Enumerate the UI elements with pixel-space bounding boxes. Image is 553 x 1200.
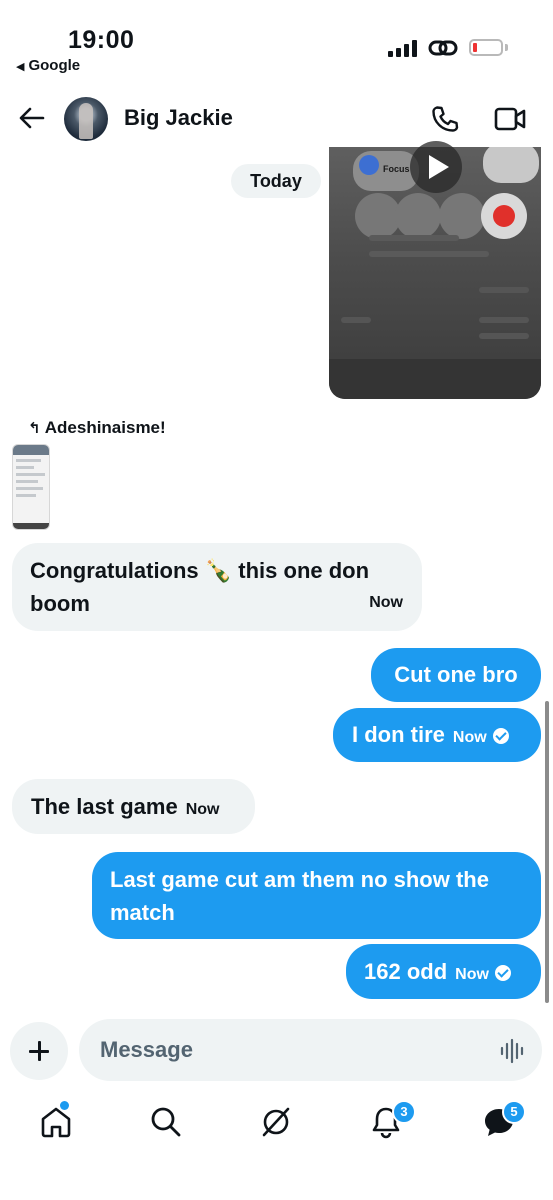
back-to-app-link[interactable]: ◀ Google <box>16 57 80 74</box>
notifications-badge: 3 <box>392 1100 416 1124</box>
status-time: 19:00 <box>68 26 135 54</box>
scrollbar[interactable] <box>545 701 549 1003</box>
message-text: The last game <box>31 794 178 819</box>
back-app-label: Google <box>28 57 81 74</box>
message-bubble-outgoing[interactable]: 162 odd Now <box>346 944 541 999</box>
video-call-icon[interactable] <box>494 106 526 132</box>
message-timestamp: Now <box>185 801 220 818</box>
message-text: Last game cut am them no show the match <box>110 867 489 925</box>
message-timestamp: Now <box>455 966 489 983</box>
phone-call-icon[interactable] <box>430 104 460 134</box>
voice-message-icon[interactable] <box>499 1037 527 1065</box>
message-input[interactable] <box>79 1019 542 1081</box>
back-triangle-icon: ◀ <box>16 61 25 73</box>
back-arrow-icon[interactable] <box>18 104 46 132</box>
messages-badge: 5 <box>502 1100 526 1124</box>
cellular-signal-icon <box>388 40 417 57</box>
message-timestamp: Now <box>452 729 487 746</box>
message-bubble-outgoing[interactable]: Cut one bro <box>371 648 541 702</box>
message-bubble-outgoing[interactable]: Last game cut am them no show the match <box>92 852 541 939</box>
replied-image-thumbnail[interactable] <box>12 444 50 530</box>
home-unread-dot <box>60 1101 69 1110</box>
reply-context: ↰ Adeshinaisme! <box>28 418 166 438</box>
read-receipt-check-icon <box>494 965 511 981</box>
reply-to-name: Adeshinaisme! <box>44 418 166 437</box>
home-icon[interactable] <box>38 1104 74 1140</box>
message-bubble-outgoing[interactable]: I don tire Now <box>333 708 541 762</box>
play-video-button[interactable] <box>410 141 462 193</box>
message-text: Congratulations 🍾 this one don boom <box>30 558 370 616</box>
personal-hotspot-link-icon <box>428 40 458 56</box>
read-receipt-check-icon <box>492 728 509 744</box>
date-divider: Today <box>231 164 321 198</box>
battery-tip <box>505 44 508 51</box>
message-text: Cut one bro <box>394 662 518 687</box>
contact-name[interactable]: Big Jackie <box>124 105 233 131</box>
grok-icon[interactable] <box>258 1104 294 1140</box>
add-attachment-button[interactable] <box>10 1022 68 1080</box>
message-text: I don tire <box>352 722 445 747</box>
message-timestamp: Now <box>369 594 403 611</box>
message-bubble-incoming[interactable]: Congratulations 🍾 this one don boom Now <box>12 543 422 631</box>
battery-icon <box>469 39 503 56</box>
reply-arrow-icon: ↰ <box>28 420 45 437</box>
search-icon[interactable] <box>148 1104 184 1140</box>
contact-avatar[interactable] <box>64 97 108 141</box>
message-text: 162 odd <box>364 959 448 984</box>
message-bubble-incoming[interactable]: The last game Now <box>12 779 255 834</box>
media-focus-label: Focus <box>383 164 410 174</box>
